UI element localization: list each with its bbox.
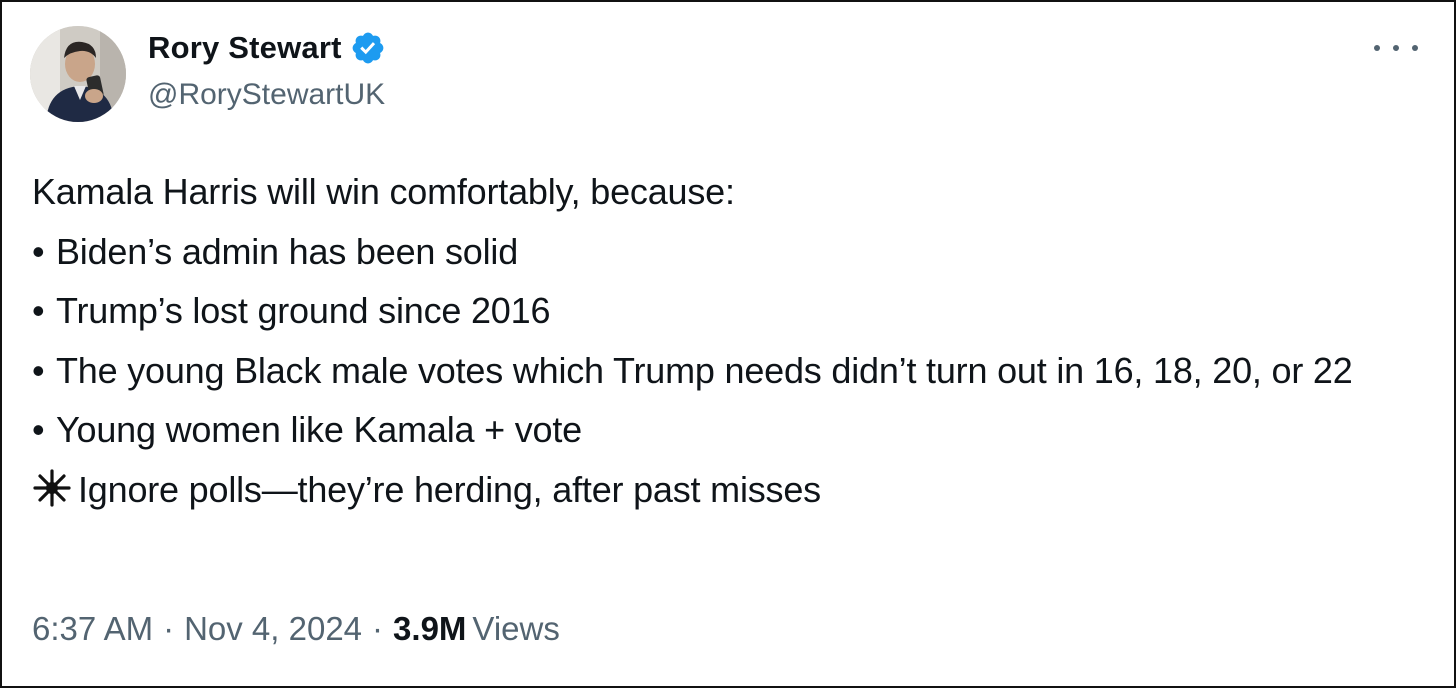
- tweet-header: Rory Stewart @RoryStewartUK: [30, 26, 1430, 126]
- tweet-bullet: • Trump’s lost ground since 2016: [32, 281, 1412, 341]
- bullet-text: Trump’s lost ground since 2016: [56, 290, 551, 331]
- more-dot: [1393, 45, 1399, 51]
- author-handle[interactable]: @RoryStewartUK: [148, 78, 385, 112]
- tweet-card: Rory Stewart @RoryStewartUK Kamala Harri…: [0, 0, 1456, 688]
- highlight-text: Ignore polls—they’re herding, after past…: [78, 468, 821, 510]
- author-display-name[interactable]: Rory Stewart: [148, 30, 342, 66]
- bullet-symbol: •: [32, 349, 45, 391]
- bullet-symbol: •: [32, 230, 45, 272]
- more-dot: [1374, 45, 1380, 51]
- tweet-text: Kamala Harris will win comfortably, beca…: [32, 162, 1412, 519]
- tweet-time[interactable]: 6:37 AM: [32, 610, 153, 648]
- tweet-bullet: • The young Black male votes which Trump …: [32, 341, 1372, 401]
- views-count[interactable]: 3.9M: [393, 610, 466, 648]
- tweet-meta: 6:37 AM · Nov 4, 2024 · 3.9M Views: [32, 610, 560, 648]
- more-options-icon[interactable]: [1374, 36, 1418, 60]
- bullet-symbol: •: [32, 409, 45, 450]
- sparkle-icon: [32, 466, 72, 507]
- tweet-bullet: • Biden’s admin has been solid: [32, 222, 1412, 282]
- bullet-text: The young Black male votes which Trump n…: [56, 349, 1353, 391]
- tweet-highlight: Ignore polls—they’re herding, after past…: [32, 460, 1412, 520]
- verified-badge-icon: [350, 30, 386, 66]
- tweet-intro: Kamala Harris will win comfortably, beca…: [32, 171, 735, 212]
- views-label[interactable]: Views: [472, 610, 559, 648]
- author-name-row: Rory Stewart: [148, 28, 386, 68]
- avatar-photo-icon: [30, 26, 126, 122]
- bullet-text: Biden’s admin has been solid: [56, 230, 519, 272]
- bullet-text: Young women like Kamala + vote: [56, 409, 583, 450]
- avatar[interactable]: [30, 26, 126, 122]
- meta-separator: ·: [372, 610, 384, 647]
- more-dot: [1412, 45, 1418, 51]
- bullet-symbol: •: [32, 290, 45, 331]
- meta-separator: ·: [163, 610, 175, 647]
- tweet-bullet: • Young women like Kamala + vote: [32, 400, 1412, 460]
- tweet-date[interactable]: Nov 4, 2024: [184, 610, 362, 648]
